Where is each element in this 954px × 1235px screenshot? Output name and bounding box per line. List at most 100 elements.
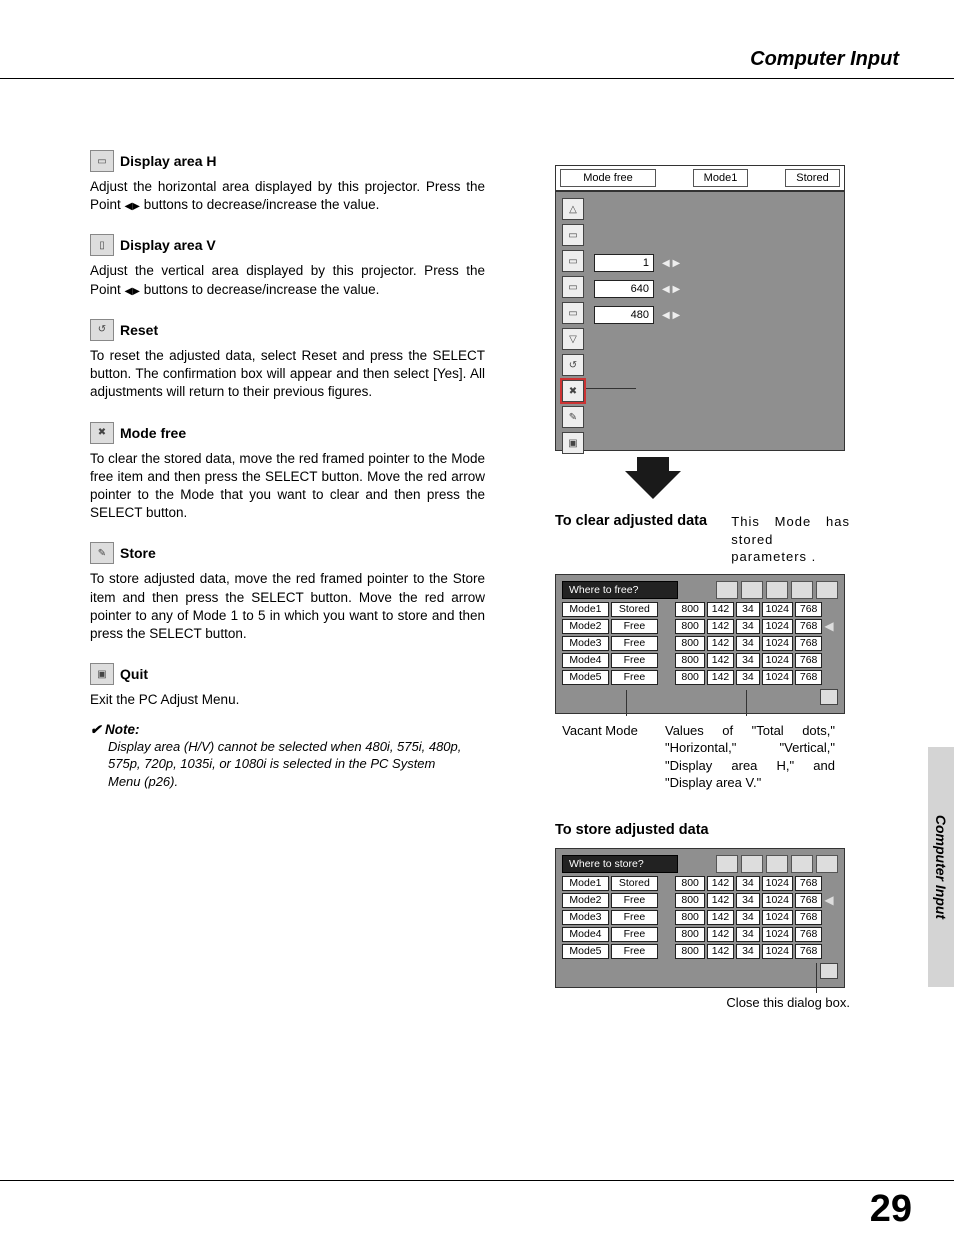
cell-total-dots: 800 [675, 670, 704, 685]
right-arrow-icon: ▶ [132, 285, 140, 299]
header-icon [716, 581, 738, 599]
reset-icon[interactable]: ↺ [562, 354, 584, 376]
cell-vertical: 34 [736, 876, 759, 891]
section-body-mode-free: To clear the stored data, move the red f… [90, 450, 485, 523]
text-part: buttons to decrease/increase the value. [140, 282, 379, 297]
left-arrow-icon: ◀ [125, 200, 133, 214]
pointer-arrow-icon: ◀ [824, 893, 838, 907]
cell-horizontal: 142 [707, 927, 734, 942]
cell-vertical: 34 [736, 670, 759, 685]
osd-tab-mode-free[interactable]: Mode free [560, 169, 656, 187]
clear-heading: To clear adjusted data [555, 513, 713, 529]
close-icon[interactable] [820, 963, 838, 979]
osd-tab-stored[interactable]: Stored [785, 169, 840, 187]
display-v-icon[interactable]: ▭ [562, 276, 584, 298]
osd-value-2[interactable]: 640 [594, 280, 654, 298]
cell-total-dots: 800 [675, 944, 704, 959]
cell-total-dots: 800 [675, 893, 704, 908]
cell-status: Stored [611, 602, 658, 617]
table-row[interactable]: Mode5Free800142341024768 [562, 670, 838, 685]
table-row[interactable]: Mode2Free800142341024768◀ [562, 619, 838, 634]
osd-value-1[interactable]: 1 [594, 254, 654, 272]
header-icon [816, 581, 838, 599]
cell-status: Free [611, 944, 658, 959]
dialog-header-icons [716, 581, 838, 599]
mode-free-icon[interactable]: ✖ [562, 380, 584, 402]
section-title: Quit [120, 666, 148, 682]
dialog-title: Where to free? [562, 581, 678, 599]
section-header-store: ✎ Store [90, 542, 485, 564]
cell-display-v: 768 [795, 876, 822, 891]
cell-total-dots: 800 [675, 636, 704, 651]
auto-pc-icon[interactable]: ▭ [562, 224, 584, 246]
cell-vertical: 34 [736, 619, 759, 634]
osd-value-row: 640 ◀ ▶ [594, 276, 838, 302]
section-title: Mode free [120, 425, 186, 441]
value-arrows-icon[interactable]: ◀ ▶ [662, 310, 680, 321]
cell-status: Free [611, 636, 658, 651]
section-title: Display area H [120, 153, 217, 169]
section-header-display-h: ▭ Display area H [90, 150, 485, 172]
table-row[interactable]: Mode1Stored800142341024768 [562, 602, 838, 617]
note-body: Display area (H/V) cannot be selected wh… [108, 738, 468, 791]
flow-arrow-icon [637, 457, 669, 471]
cell-mode: Mode1 [562, 602, 609, 617]
value-arrows-icon[interactable]: ◀ ▶ [662, 284, 680, 295]
header-icon [791, 581, 813, 599]
dialog-title: Where to store? [562, 855, 678, 873]
cell-vertical: 34 [736, 944, 759, 959]
close-caption: Close this dialog box. [555, 994, 850, 1012]
cell-mode: Mode2 [562, 619, 609, 634]
osd-value-3[interactable]: 480 [594, 306, 654, 324]
cell-horizontal: 142 [707, 653, 734, 668]
table-row[interactable]: Mode5Free800142341024768 [562, 944, 838, 959]
cell-display-v: 768 [795, 944, 822, 959]
cell-horizontal: 142 [707, 636, 734, 651]
clamp-icon[interactable]: ▭ [562, 302, 584, 324]
cell-status: Free [611, 910, 658, 925]
section-body-store: To store adjusted data, move the red fra… [90, 570, 485, 643]
header-icon [791, 855, 813, 873]
cell-display-v: 768 [795, 910, 822, 925]
cell-display-v: 768 [795, 636, 822, 651]
table-row[interactable]: Mode2Free800142341024768◀ [562, 893, 838, 908]
free-dialog: Where to free? Mode1Stored80014234102476… [555, 574, 845, 714]
cell-display-v: 768 [795, 602, 822, 617]
section-title: Reset [120, 322, 158, 338]
clear-note: This Mode has stored parameters . [731, 513, 850, 566]
top-rule [0, 78, 954, 79]
header-icon [816, 855, 838, 873]
quit-icon[interactable]: ▣ [562, 432, 584, 454]
display-h-icon[interactable]: ▭ [562, 250, 584, 272]
table-row[interactable]: Mode1Stored800142341024768 [562, 876, 838, 891]
section-header-quit: ▣ Quit [90, 663, 485, 685]
scroll-up-icon[interactable]: △ [562, 198, 584, 220]
store-icon: ✎ [90, 542, 114, 564]
cell-display-h: 1024 [762, 893, 793, 908]
display-v-icon: ▯ [90, 234, 114, 256]
table-row[interactable]: Mode4Free800142341024768 [562, 927, 838, 942]
osd-value-row: 1 ◀ ▶ [594, 250, 838, 276]
section-body-display-h: Adjust the horizontal area displayed by … [90, 178, 485, 214]
cell-vertical: 34 [736, 653, 759, 668]
cell-display-v: 768 [795, 670, 822, 685]
cell-display-h: 1024 [762, 876, 793, 891]
section-header-reset: ↺ Reset [90, 319, 485, 341]
cell-vertical: 34 [736, 893, 759, 908]
scroll-down-icon[interactable]: ▽ [562, 328, 584, 350]
close-icon[interactable] [820, 689, 838, 705]
cell-mode: Mode3 [562, 910, 609, 925]
table-row[interactable]: Mode3Free800142341024768 [562, 636, 838, 651]
header-icon [766, 581, 788, 599]
store-icon[interactable]: ✎ [562, 406, 584, 428]
cell-horizontal: 142 [707, 944, 734, 959]
section-body-reset: To reset the adjusted data, select Reset… [90, 347, 485, 402]
value-arrows-icon[interactable]: ◀ ▶ [662, 258, 680, 269]
values-label: Values of "Total dots," "Horizontal," "V… [665, 722, 835, 792]
text-part: buttons to decrease/increase the value. [140, 197, 379, 212]
cell-mode: Mode5 [562, 670, 609, 685]
clear-heading-row: To clear adjusted data This Mode has sto… [555, 513, 850, 566]
table-row[interactable]: Mode4Free800142341024768 [562, 653, 838, 668]
table-row[interactable]: Mode3Free800142341024768 [562, 910, 838, 925]
osd-tab-mode1[interactable]: Mode1 [693, 169, 748, 187]
